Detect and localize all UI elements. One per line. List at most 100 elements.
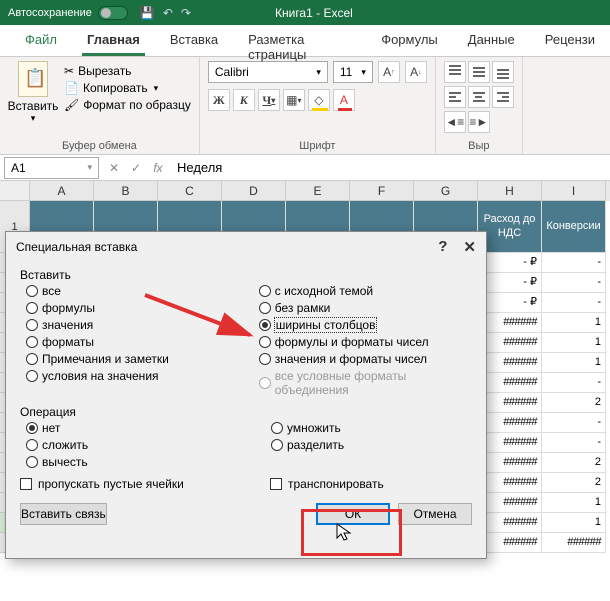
radio-formats[interactable]: форматы (20, 335, 253, 349)
autosave-toggle[interactable]: Автосохранение (8, 6, 128, 20)
cell[interactable]: - (542, 373, 606, 393)
tab-insert[interactable]: Вставка (155, 25, 233, 56)
decrease-font-button[interactable]: A↓ (405, 61, 427, 83)
cell[interactable]: 2 (542, 393, 606, 413)
cell[interactable]: ###### (478, 373, 542, 393)
fill-color-button[interactable]: ◇ (308, 89, 330, 111)
col-header-f[interactable]: F (350, 181, 414, 201)
cell[interactable]: 1 (542, 513, 606, 533)
cell[interactable]: - ₽ (478, 253, 542, 273)
font-name-select[interactable]: Calibri▾ (208, 61, 328, 83)
align-middle-button[interactable] (468, 61, 490, 83)
radio-formulas[interactable]: формулы (20, 301, 253, 315)
radio-values-num[interactable]: значения и форматы чисел (253, 352, 472, 366)
cancel-button[interactable]: Отмена (398, 503, 472, 525)
cell[interactable]: 2 (542, 453, 606, 473)
col-header-h[interactable]: H (478, 181, 542, 201)
radio-validation[interactable]: условия на значения (20, 369, 253, 383)
col-header-a[interactable]: A (30, 181, 94, 201)
tab-file[interactable]: Файл (10, 25, 72, 56)
undo-icon[interactable]: ↶ (163, 6, 173, 20)
cell[interactable]: 2 (542, 473, 606, 493)
radio-no-border[interactable]: без рамки (253, 301, 472, 315)
cell[interactable]: ###### (478, 453, 542, 473)
cell[interactable]: ###### (478, 393, 542, 413)
cell[interactable]: - (542, 273, 606, 293)
select-all-corner[interactable] (0, 181, 30, 201)
radio-formulas-num[interactable]: формулы и форматы чисел (253, 335, 472, 349)
cell[interactable]: - ₽ (478, 273, 542, 293)
cell[interactable]: - (542, 433, 606, 453)
accept-formula-button[interactable]: ✓ (125, 161, 147, 175)
tab-review[interactable]: Рецензи (530, 25, 610, 56)
paste-link-button[interactable]: Вставить связь (20, 503, 107, 525)
check-skip-blanks[interactable]: пропускать пустые ячейки (20, 477, 270, 491)
tab-layout[interactable]: Разметка страницы (233, 25, 366, 56)
paste-dropdown-icon[interactable]: ▾ (31, 113, 36, 124)
align-center-button[interactable] (468, 86, 490, 108)
radio-op-none[interactable]: нет (20, 421, 265, 435)
col-header-g[interactable]: G (414, 181, 478, 201)
save-icon[interactable]: 💾 (140, 6, 155, 20)
italic-button[interactable]: К (233, 89, 255, 111)
cell[interactable]: - (542, 413, 606, 433)
cell[interactable]: - (542, 293, 606, 313)
decrease-indent-button[interactable]: ◄≡ (444, 111, 466, 133)
increase-indent-button[interactable]: ≡► (468, 111, 490, 133)
radio-op-sub[interactable]: вычесть (20, 455, 265, 469)
radio-col-widths[interactable]: ширины столбцов (253, 318, 472, 332)
col-header-b[interactable]: B (94, 181, 158, 201)
name-box[interactable]: A1▾ (4, 157, 99, 179)
check-transpose[interactable]: транспонировать (270, 477, 384, 491)
header-cell[interactable]: Расход до НДС (478, 201, 542, 253)
tab-data[interactable]: Данные (453, 25, 530, 56)
redo-icon[interactable]: ↷ (181, 6, 191, 20)
align-left-button[interactable] (444, 86, 466, 108)
underline-button[interactable]: Ч▾ (258, 89, 280, 111)
cut-button[interactable]: ✂Вырезать (64, 64, 191, 78)
align-right-button[interactable] (492, 86, 514, 108)
cell[interactable]: ###### (478, 493, 542, 513)
col-header-c[interactable]: C (158, 181, 222, 201)
cell[interactable]: ###### (478, 473, 542, 493)
align-top-button[interactable] (444, 61, 466, 83)
fx-button[interactable]: fx (147, 161, 169, 175)
cell[interactable]: 1 (542, 493, 606, 513)
dialog-help-button[interactable]: ? (438, 238, 447, 256)
cell[interactable]: ###### (478, 513, 542, 533)
radio-op-add[interactable]: сложить (20, 438, 265, 452)
col-header-e[interactable]: E (286, 181, 350, 201)
radio-comments[interactable]: Примечания и заметки (20, 352, 253, 366)
cell[interactable]: ###### (478, 333, 542, 353)
radio-all[interactable]: все (20, 284, 253, 298)
radio-op-mult[interactable]: умножить (265, 421, 344, 435)
radio-src-theme[interactable]: с исходной темой (253, 284, 472, 298)
copy-button[interactable]: 📄Копировать▾ (64, 81, 191, 95)
radio-op-div[interactable]: разделить (265, 438, 344, 452)
cell[interactable]: 1 (542, 333, 606, 353)
ok-button[interactable]: ОК (316, 503, 390, 525)
dialog-close-button[interactable]: ✕ (463, 238, 476, 256)
cell[interactable]: ###### (478, 353, 542, 373)
cell[interactable]: - (542, 253, 606, 273)
cell[interactable]: 1 (542, 353, 606, 373)
cell[interactable]: 1 (542, 313, 606, 333)
cell[interactable]: ###### (478, 313, 542, 333)
tab-home[interactable]: Главная (72, 25, 155, 56)
cell[interactable]: ###### (478, 433, 542, 453)
align-bottom-button[interactable] (492, 61, 514, 83)
formula-input[interactable]: Неделя (169, 158, 610, 177)
font-size-select[interactable]: 11▾ (333, 61, 373, 83)
increase-font-button[interactable]: A↑ (378, 61, 400, 83)
tab-formulas[interactable]: Формулы (366, 25, 453, 56)
cancel-formula-button[interactable]: ✕ (103, 161, 125, 175)
header-cell[interactable]: Конверсии (542, 201, 606, 253)
col-header-d[interactable]: D (222, 181, 286, 201)
border-button[interactable]: ▦▾ (283, 89, 305, 111)
paste-button[interactable]: Вставить ▾ (8, 61, 58, 124)
col-header-i[interactable]: I (542, 181, 606, 201)
radio-values[interactable]: значения (20, 318, 253, 332)
cell[interactable]: ###### (478, 413, 542, 433)
cell[interactable]: - ₽ (478, 293, 542, 313)
bold-button[interactable]: Ж (208, 89, 230, 111)
